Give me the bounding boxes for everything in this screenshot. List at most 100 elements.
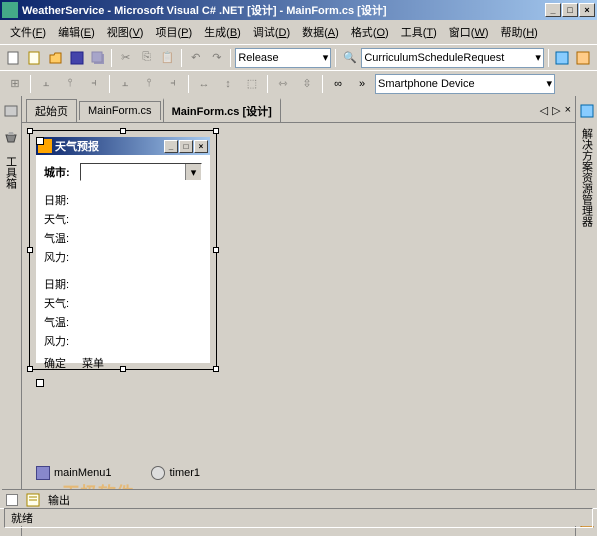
save-button[interactable] — [67, 47, 86, 69]
chevron-down-icon: ▾ — [531, 51, 541, 64]
form-minimize-button: _ — [164, 140, 178, 153]
config-value: Release — [238, 52, 278, 64]
menu-file[interactable]: 文件(F) — [4, 22, 52, 42]
align-left-button[interactable]: ⫠ — [35, 73, 57, 95]
new-project-button[interactable] — [4, 47, 23, 69]
tab-close[interactable]: × — [565, 104, 571, 117]
toolbar-standard: ✂ ⎘ 📋 ↶ ↷ Release ▾ 🔍 CurriculumSchedule… — [0, 44, 597, 70]
temp1-label: 气温: — [44, 230, 69, 246]
align-middle-button[interactable]: ⫯ — [138, 73, 160, 95]
loop-button[interactable]: ∞ — [327, 73, 349, 95]
device-value: Smartphone Device — [378, 78, 475, 90]
solution-explorer-label[interactable]: 解决方案资源管理器 — [579, 128, 595, 227]
tab-start-page[interactable]: 起始页 — [26, 99, 77, 122]
vspace-button[interactable]: ⇳ — [296, 73, 318, 95]
project-value: CurriculumScheduleRequest — [364, 52, 504, 64]
add-item-button[interactable] — [25, 47, 44, 69]
same-width-button[interactable]: ↔ — [193, 73, 215, 95]
menu-view[interactable]: 视图(V) — [101, 22, 150, 42]
overflow-button[interactable]: » — [351, 73, 373, 95]
tab-nav-right[interactable]: ▷ — [552, 104, 560, 117]
output-label: 输出 — [48, 492, 70, 508]
form-title: 天气预报 — [55, 138, 164, 154]
weather-icon — [38, 139, 52, 153]
align-center-button[interactable]: ⫯ — [59, 73, 81, 95]
date2-label: 日期: — [44, 276, 69, 292]
menubar: 文件(F) 编辑(E) 视图(V) 项目(P) 生成(B) 调试(D) 数据(A… — [0, 20, 597, 44]
city-label: 城市: — [44, 164, 80, 180]
menu-tools[interactable]: 工具(T) — [395, 22, 443, 42]
redo-button[interactable]: ↷ — [207, 47, 226, 69]
menu-icon — [36, 466, 50, 480]
city-combobox[interactable]: ▾ — [80, 163, 202, 181]
menu-data[interactable]: 数据(A) — [296, 22, 345, 42]
menu-format[interactable]: 格式(O) — [345, 22, 395, 42]
align-top-button[interactable]: ⫠ — [114, 73, 136, 95]
copy-button[interactable]: ⎘ — [137, 47, 156, 69]
window-title: WeatherService - Microsoft Visual C# .NE… — [22, 2, 545, 18]
form-close-button: × — [194, 140, 208, 153]
align-bottom-button[interactable]: ⫞ — [162, 73, 184, 95]
document-tabs: 起始页 MainForm.cs MainForm.cs [设计] ◁ ▷ × — [22, 96, 575, 123]
design-surface[interactable]: 天气预报 _ □ × 城市: ▾ 日期: — [22, 123, 575, 536]
window-titlebar: WeatherService - Microsoft Visual C# .NE… — [0, 0, 597, 20]
solution-explorer-tab[interactable] — [576, 100, 597, 122]
same-size-button[interactable]: ⬚ — [241, 73, 263, 95]
softkey-ok: 确定 — [44, 355, 66, 371]
softkey-menu: 菜单 — [82, 355, 104, 371]
config-dropdown[interactable]: Release ▾ — [235, 48, 331, 68]
left-dock: 工具箱 — [0, 96, 22, 536]
wind1-label: 风力: — [44, 249, 69, 265]
align-grid-button[interactable]: ⊞ — [4, 73, 26, 95]
form-titlebar: 天气预报 _ □ × — [36, 137, 210, 155]
toolbox-tab[interactable] — [0, 126, 22, 148]
toolbar-layout: ⊞ ⫠ ⫯ ⫞ ⫠ ⫯ ⫞ ↔ ↕ ⬚ ⇿ ⇳ ∞ » Smartphone D… — [0, 70, 597, 96]
tray-mainmenu[interactable]: mainMenu1 — [36, 466, 111, 480]
menu-window[interactable]: 窗口(W) — [443, 22, 495, 42]
maximize-button[interactable]: □ — [562, 3, 578, 17]
chevron-down-icon: ▾ — [319, 51, 329, 64]
weather1-label: 天气: — [44, 211, 69, 227]
minimize-button[interactable]: _ — [545, 3, 561, 17]
align-right-button[interactable]: ⫞ — [83, 73, 105, 95]
date1-label: 日期: — [44, 192, 69, 208]
weather2-label: 天气: — [44, 295, 69, 311]
cut-button[interactable]: ✂ — [116, 47, 135, 69]
right-dock: 解决方案资源管理器 — [575, 96, 597, 536]
chevron-down-icon: ▾ — [542, 77, 552, 90]
status-text: 就绪 — [4, 508, 593, 528]
properties-button[interactable] — [574, 47, 593, 69]
component-tray: mainMenu1 timer1 — [36, 466, 200, 480]
open-button[interactable] — [46, 47, 65, 69]
tray-timer[interactable]: timer1 — [151, 466, 200, 480]
menu-build[interactable]: 生成(B) — [198, 22, 247, 42]
find-button[interactable]: 🔍 — [340, 47, 359, 69]
undo-button[interactable]: ↶ — [186, 47, 205, 69]
tab-mainform-design[interactable]: MainForm.cs [设计] — [163, 98, 281, 122]
hspace-button[interactable]: ⇿ — [272, 73, 294, 95]
menu-project[interactable]: 项目(P) — [149, 22, 198, 42]
form-maximize-button: □ — [179, 140, 193, 153]
close-button[interactable]: × — [579, 3, 595, 17]
app-icon — [2, 2, 18, 18]
temp2-label: 气温: — [44, 314, 69, 330]
paste-button[interactable]: 📋 — [158, 47, 177, 69]
menu-help[interactable]: 帮助(H) — [495, 22, 544, 42]
save-all-button[interactable] — [88, 47, 107, 69]
menu-edit[interactable]: 编辑(E) — [52, 22, 101, 42]
same-height-button[interactable]: ↕ — [217, 73, 239, 95]
designed-form[interactable]: 天气预报 _ □ × 城市: ▾ 日期: — [30, 131, 216, 369]
project-dropdown[interactable]: CurriculumScheduleRequest ▾ — [361, 48, 544, 68]
toolbox-label[interactable]: 工具箱 — [3, 156, 19, 189]
solution-explorer-button[interactable] — [553, 47, 572, 69]
wind2-label: 风力: — [44, 333, 69, 349]
menu-debug[interactable]: 调试(D) — [247, 22, 296, 42]
statusbar: 就绪 — [0, 508, 597, 526]
tab-mainform-cs[interactable]: MainForm.cs — [79, 101, 161, 120]
device-dropdown[interactable]: Smartphone Device ▾ — [375, 74, 555, 94]
output-checkbox[interactable] — [6, 494, 18, 506]
tab-nav-left[interactable]: ◁ — [540, 104, 548, 117]
server-explorer-tab[interactable] — [0, 100, 22, 122]
output-panel-header[interactable]: 输出 — [2, 489, 595, 509]
chevron-down-icon: ▾ — [185, 164, 201, 180]
